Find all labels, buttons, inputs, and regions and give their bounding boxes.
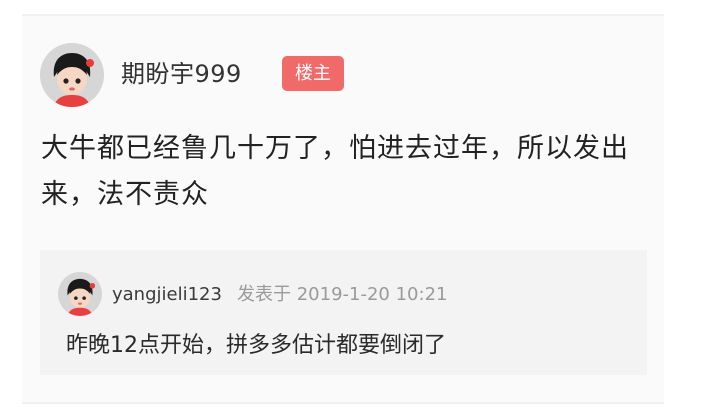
cartoon-girl-avatar-icon <box>40 43 104 107</box>
username[interactable]: 期盼宇999 <box>121 56 242 92</box>
post-content: 大牛都已经鲁几十万了，怕进去过年，所以发出来，法不责众 <box>41 133 629 210</box>
reply-content: 昨晚12点开始，拼多多估计都要倒闭了 <box>66 333 446 358</box>
reply-username[interactable]: yangjieli123 <box>112 282 222 308</box>
reply-timestamp: 发表于 2019-1-20 10:21 <box>237 284 448 305</box>
divider <box>22 14 664 16</box>
owner-badge: 楼主 <box>282 56 344 91</box>
divider <box>22 402 664 404</box>
avatar[interactable] <box>40 43 104 107</box>
cartoon-girl-avatar-icon <box>58 272 102 316</box>
reply-avatar[interactable] <box>58 272 102 316</box>
